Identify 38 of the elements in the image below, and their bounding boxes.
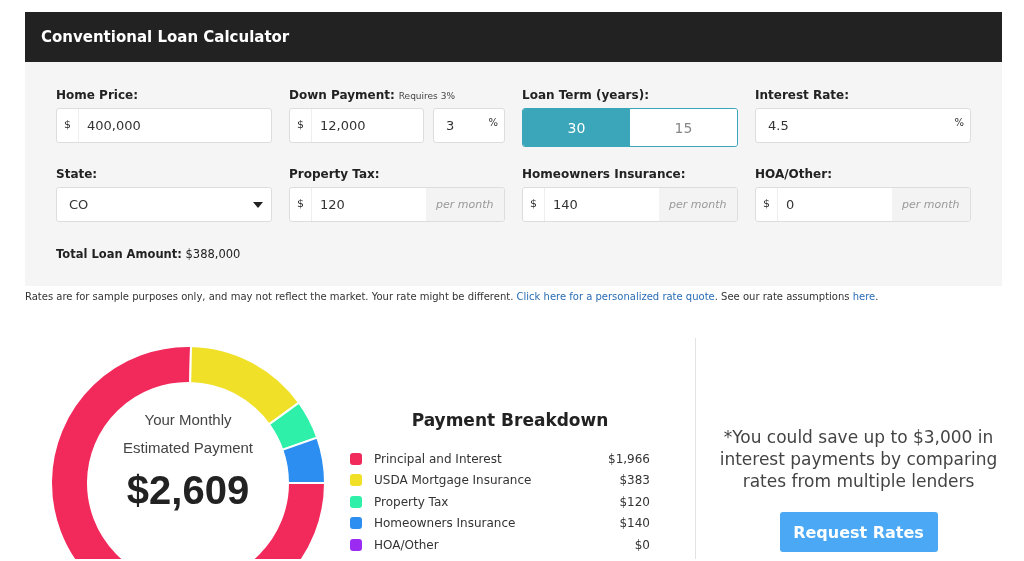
- field-label: Interest Rate:: [755, 88, 849, 102]
- field-label: Homeowners Insurance:: [522, 167, 686, 181]
- field-label: Property Tax:: [289, 167, 380, 181]
- monthly-payment-amount: $2,609: [126, 468, 250, 513]
- field-label: Home Price:: [56, 88, 138, 102]
- state-dropdown[interactable]: CO: [56, 187, 272, 222]
- legend-label: Homeowners Insurance: [374, 516, 517, 531]
- input-field[interactable]: 3 %: [433, 108, 505, 143]
- input-field[interactable]: $ 400,000: [56, 108, 272, 143]
- legend-label: Property Tax: [374, 494, 450, 509]
- field-label: Loan Term (years):: [522, 88, 649, 102]
- legend-amount: $1,966: [608, 451, 650, 466]
- input-field[interactable]: $ 140 per month: [522, 187, 738, 222]
- input-field[interactable]: $ 0 per month: [755, 187, 971, 222]
- savings-message: *You could save up to $3,000 in interest payments by comparing rates from multiple lenders: [718, 426, 999, 492]
- calculator-title: Conventional Loan Calculator: [41, 28, 290, 46]
- caret-icon: [253, 201, 263, 208]
- legend-label: Principal and Interest: [374, 451, 503, 466]
- disclaimer-text: Rates are for sample purposes only, and may not reflect the market. Your rate might be different. Click here for a personalized rate quote. See our rate assumptions here.: [25, 291, 880, 302]
- legend-amount: $120: [619, 494, 650, 509]
- summary-label: Your Monthly: [144, 410, 232, 430]
- field-label: State:: [56, 167, 98, 181]
- term-option[interactable]: 15: [630, 109, 737, 146]
- summary-label: Estimated Payment: [122, 438, 254, 458]
- field-label: HOA/Other:: [755, 167, 832, 181]
- breakdown-title: Payment Breakdown: [411, 410, 609, 430]
- legend-label: HOA/Other: [374, 537, 440, 552]
- input-field[interactable]: 4.5 %: [755, 108, 971, 143]
- legend-amount: $140: [619, 516, 650, 531]
- field-note: Requires 3%: [398, 91, 455, 101]
- input-field[interactable]: $ 120 per month: [289, 187, 505, 222]
- legend-amount: $383: [619, 473, 650, 488]
- total-loan-amount: Total Loan Amount: $388,000: [56, 247, 242, 261]
- input-field[interactable]: $ 12,000: [289, 108, 424, 143]
- legend-label: USDA Mortgage Insurance: [374, 473, 533, 488]
- link[interactable]: Click here for a personalized rate quote: [516, 291, 715, 302]
- field-label: Down Payment:: [289, 88, 395, 102]
- legend-amount: $0: [634, 537, 650, 552]
